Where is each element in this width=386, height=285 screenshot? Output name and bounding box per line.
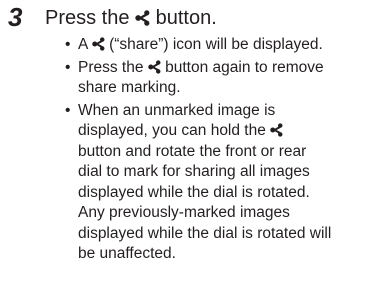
share-icon bbox=[270, 123, 283, 137]
bullet-line-text: button again to remove bbox=[165, 58, 324, 76]
step-number: 3 bbox=[8, 2, 23, 32]
share-icon bbox=[148, 59, 161, 74]
bullet-line: displayed while the dial is rotated. bbox=[78, 183, 310, 201]
bullet-line-text: A bbox=[78, 36, 88, 53]
bullet-item: • Press the button again to remove share… bbox=[65, 58, 385, 99]
share-icon bbox=[135, 10, 150, 26]
bullet-line: button and rotate the front or rear bbox=[78, 142, 307, 160]
step-heading-text-after: button. bbox=[155, 7, 217, 29]
bullet-line-text: displayed, you can hold the bbox=[78, 122, 266, 139]
bullet-line: Any previously-marked images bbox=[78, 204, 290, 221]
step-heading: Press the button. bbox=[45, 6, 217, 30]
bullet-item: • A (“share”) icon will be displayed. bbox=[65, 35, 385, 56]
share-icon bbox=[92, 37, 105, 51]
bullet-marker: • bbox=[65, 101, 71, 119]
step-heading-text-before: Press the bbox=[45, 7, 130, 29]
bullet-line: A (“share”) icon will be displayed. bbox=[78, 35, 385, 56]
bullet-item: • When an unmarked image is displayed, y… bbox=[65, 101, 385, 265]
bullet-line: displayed, you can hold the bbox=[78, 121, 385, 142]
bullet-line: be unaffected. bbox=[78, 245, 176, 262]
bullet-marker: • bbox=[65, 36, 71, 53]
bullet-line: share marking. bbox=[78, 79, 181, 96]
bullet-line: When an unmarked image is bbox=[78, 101, 276, 119]
bullet-line: displayed while the dial is rotated will bbox=[78, 224, 332, 242]
bullet-line-text: Press the bbox=[78, 58, 144, 76]
bullet-line-text: (“share”) icon will be displayed. bbox=[109, 36, 323, 53]
bullet-line: dial to mark for sharing all images bbox=[78, 163, 310, 180]
bullet-marker: • bbox=[65, 58, 71, 76]
bullet-line: Press the button again to remove bbox=[78, 58, 385, 79]
instruction-bullet-list: • A (“share”) icon will be displayed. • … bbox=[65, 35, 385, 267]
